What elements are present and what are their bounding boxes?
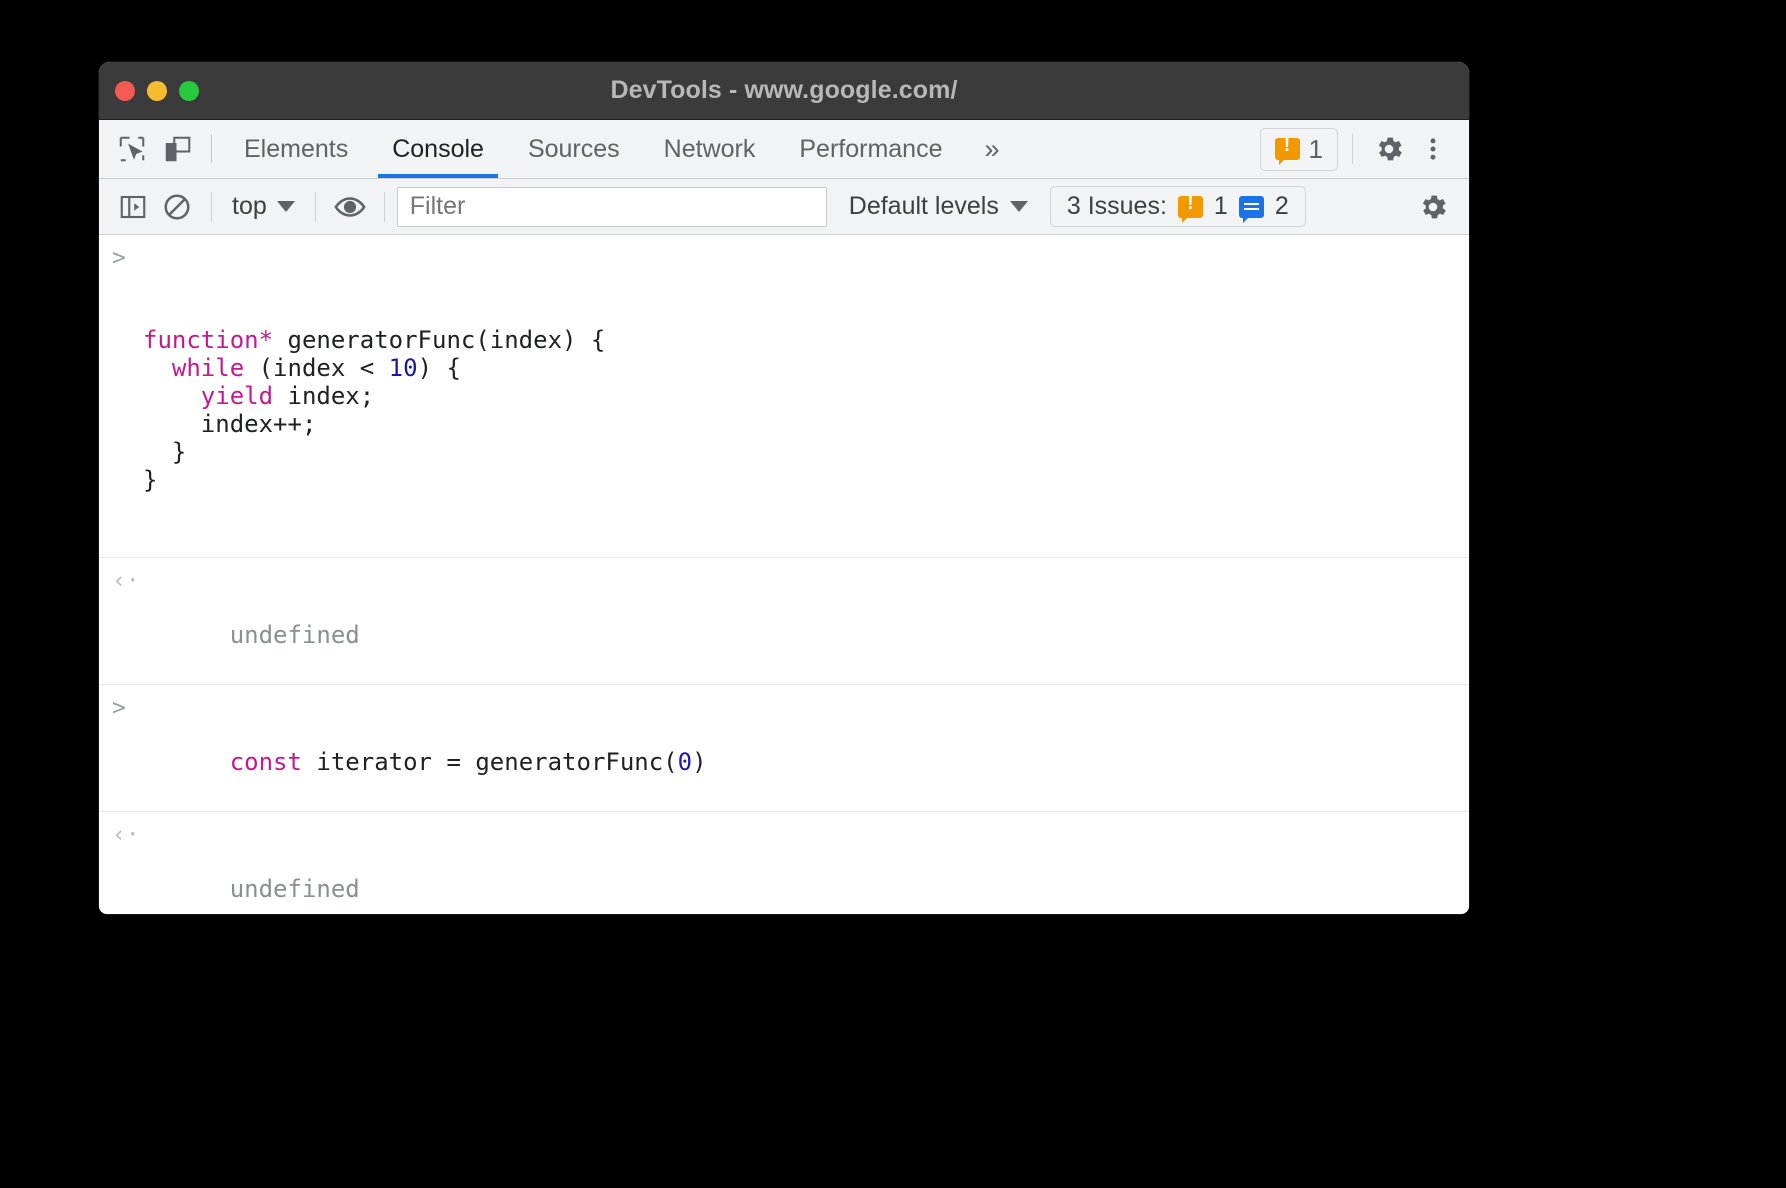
panel-tabs: Elements Console Sources Network Perform… bbox=[222, 120, 1020, 178]
warning-count: 1 bbox=[1309, 134, 1323, 165]
tab-elements[interactable]: Elements bbox=[222, 120, 370, 178]
tab-performance[interactable]: Performance bbox=[777, 120, 964, 178]
inspect-element-icon[interactable] bbox=[109, 126, 155, 172]
chevron-down-icon bbox=[1010, 201, 1028, 212]
code-token: function bbox=[143, 326, 259, 354]
code-token: ) { bbox=[418, 354, 461, 382]
warning-icon bbox=[1275, 138, 1300, 160]
live-expression-icon[interactable] bbox=[328, 185, 372, 229]
code-token: (index < bbox=[244, 354, 389, 382]
tab-label: Console bbox=[392, 135, 484, 164]
toolbar-divider bbox=[315, 192, 316, 222]
issues-warning-count: 1 bbox=[1214, 192, 1228, 221]
code-token: while bbox=[172, 354, 244, 382]
console-input-entry[interactable]: > function* generatorFunc(index) { while… bbox=[99, 235, 1469, 558]
console-output-entry: ‹· undefined bbox=[99, 558, 1469, 685]
gear-icon[interactable] bbox=[1367, 127, 1411, 171]
issues-info-count: 2 bbox=[1275, 192, 1289, 221]
prompt-arrow-icon: > bbox=[112, 244, 126, 272]
code-token: const bbox=[230, 748, 302, 776]
console-input-entry[interactable]: > const iterator = generatorFunc(0) bbox=[99, 685, 1469, 812]
return-arrow-icon: ‹· bbox=[112, 567, 140, 595]
code-token bbox=[143, 354, 172, 382]
tab-console[interactable]: Console bbox=[370, 120, 506, 178]
code-token bbox=[143, 382, 201, 410]
code-token: 0 bbox=[678, 748, 692, 776]
console-output-value: undefined bbox=[230, 875, 360, 903]
kebab-menu-icon[interactable] bbox=[1411, 127, 1455, 171]
issues-label: 3 Issues: bbox=[1067, 192, 1167, 221]
console-sidebar-icon[interactable] bbox=[111, 185, 155, 229]
code-token: index++; bbox=[143, 410, 316, 438]
tab-label: Sources bbox=[528, 135, 620, 164]
device-toolbar-icon[interactable] bbox=[155, 126, 201, 172]
console-message-list[interactable]: > function* generatorFunc(index) { while… bbox=[99, 235, 1469, 914]
info-icon bbox=[1239, 196, 1264, 218]
code-token: } bbox=[143, 438, 186, 466]
console-settings-gear-icon[interactable] bbox=[1411, 185, 1455, 229]
code-token: 10 bbox=[389, 354, 418, 382]
code-token: index; bbox=[273, 382, 374, 410]
tab-bar-actions: 1 bbox=[1260, 120, 1455, 178]
warning-icon bbox=[1178, 196, 1203, 218]
warning-count-chip[interactable]: 1 bbox=[1260, 128, 1338, 171]
code-token: iterator = generatorFunc( bbox=[302, 748, 678, 776]
tab-sources[interactable]: Sources bbox=[506, 120, 642, 178]
filter-placeholder: Filter bbox=[410, 192, 466, 221]
toolbar-divider bbox=[211, 192, 212, 222]
toolbar-divider bbox=[211, 135, 212, 163]
return-arrow-icon: ‹· bbox=[112, 821, 140, 849]
chevron-down-icon bbox=[277, 201, 295, 212]
filter-input[interactable]: Filter bbox=[397, 187, 827, 227]
tab-label: Elements bbox=[244, 135, 348, 164]
devtools-tab-bar: Elements Console Sources Network Perform… bbox=[99, 120, 1469, 179]
tab-label: Network bbox=[664, 135, 756, 164]
title-bar: DevTools - www.google.com/ bbox=[99, 62, 1469, 120]
console-toolbar: top Filter Default levels 3 Issues: 1 2 bbox=[99, 179, 1469, 235]
log-level-label: Default levels bbox=[849, 192, 999, 221]
code-token: * bbox=[259, 326, 273, 354]
execution-context-selector[interactable]: top bbox=[224, 192, 303, 221]
clear-console-icon[interactable] bbox=[155, 185, 199, 229]
actions-divider bbox=[1352, 134, 1353, 164]
console-output-value: undefined bbox=[230, 621, 360, 649]
more-tabs-icon[interactable]: » bbox=[964, 120, 1019, 178]
tab-label: Performance bbox=[799, 135, 942, 164]
code-token: } bbox=[143, 466, 157, 494]
toolbar-divider bbox=[384, 192, 385, 222]
devtools-window: DevTools - www.google.com/ Elements Cons… bbox=[99, 62, 1469, 914]
log-level-selector[interactable]: Default levels bbox=[849, 192, 1028, 221]
issues-chip[interactable]: 3 Issues: 1 2 bbox=[1050, 186, 1306, 227]
prompt-arrow-icon: > bbox=[112, 694, 126, 722]
code-token: generatorFunc(index) { bbox=[273, 326, 605, 354]
console-output-entry: ‹· undefined bbox=[99, 812, 1469, 914]
code-token: yield bbox=[201, 382, 273, 410]
window-title: DevTools - www.google.com/ bbox=[99, 76, 1469, 105]
tab-network[interactable]: Network bbox=[642, 120, 778, 178]
console-code-block: function* generatorFunc(index) { while (… bbox=[143, 326, 1469, 494]
execution-context-label: top bbox=[232, 192, 267, 221]
code-token: ) bbox=[692, 748, 706, 776]
